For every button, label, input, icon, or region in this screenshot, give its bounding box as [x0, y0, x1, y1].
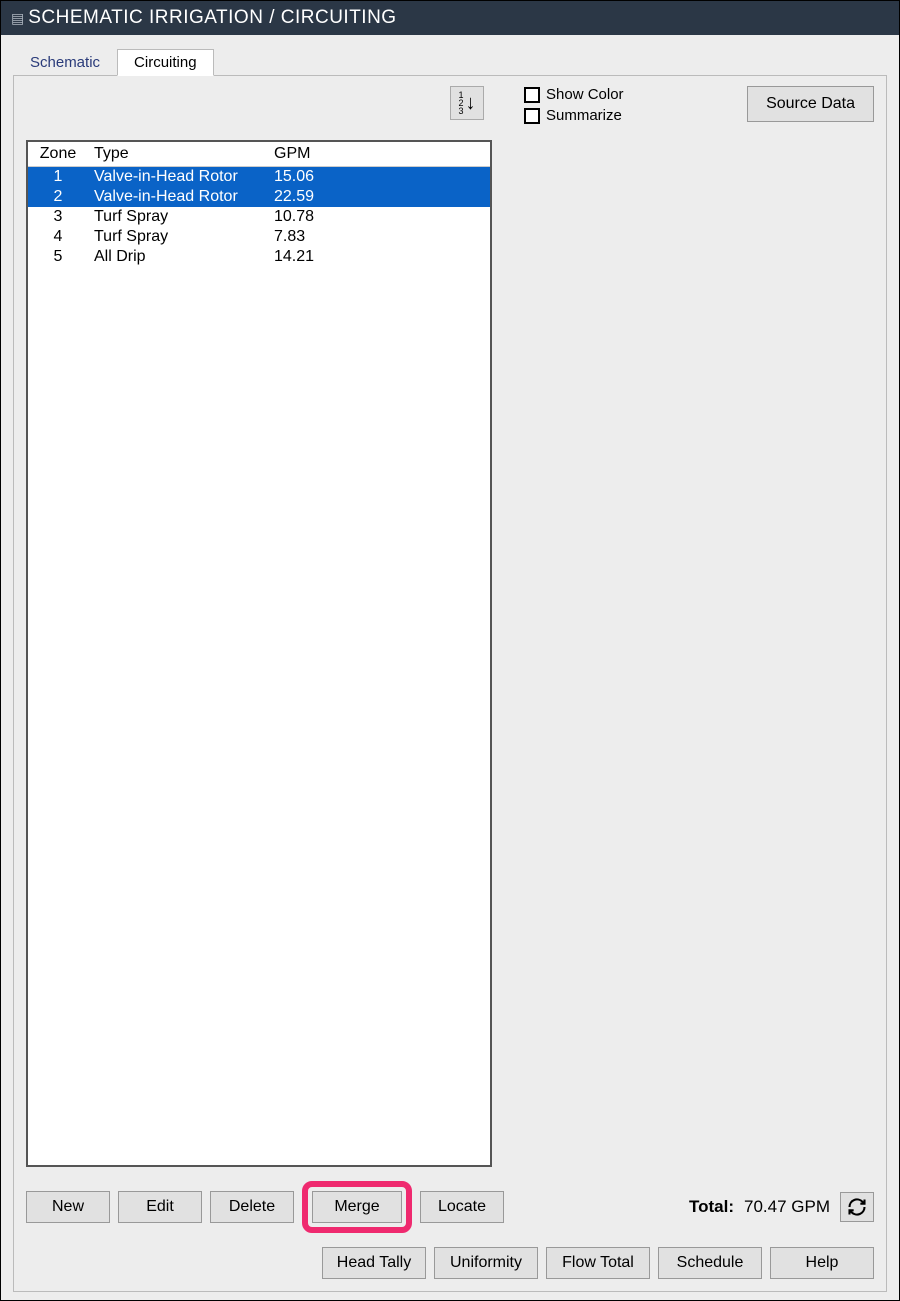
window-title: SCHEMATIC IRRIGATION / CIRCUITING — [28, 7, 396, 29]
new-button[interactable]: New — [26, 1191, 110, 1223]
col-header-zone[interactable]: Zone — [28, 142, 88, 167]
summarize-label: Summarize — [546, 107, 622, 124]
titlebar[interactable]: ▤ SCHEMATIC IRRIGATION / CIRCUITING — [1, 1, 899, 35]
locate-button[interactable]: Locate — [420, 1191, 504, 1223]
flow-total-button[interactable]: Flow Total — [546, 1247, 650, 1279]
zone-grid[interactable]: Zone Type GPM 1Valve-in-Head Rotor15.062… — [26, 140, 492, 1167]
checkbox-icon — [524, 87, 540, 103]
col-header-type[interactable]: Type — [88, 142, 268, 167]
window-menu-icon: ▤ — [11, 10, 22, 27]
cell-gpm: 7.83 — [268, 227, 348, 247]
tab-panel-circuiting: 123 ↓ Show Color Summarize Source Data — [13, 75, 887, 1292]
tab-circuiting[interactable]: Circuiting — [117, 49, 214, 76]
grid-header-row: Zone Type GPM — [28, 142, 490, 167]
merge-button[interactable]: Merge — [312, 1191, 402, 1223]
grid-button-row: New Edit Delete Merge Locate Total: 70.4… — [26, 1181, 874, 1233]
window: ▤ SCHEMATIC IRRIGATION / CIRCUITING Sche… — [0, 0, 900, 1301]
cell-gpm: 22.59 — [268, 187, 348, 207]
schedule-button[interactable]: Schedule — [658, 1247, 762, 1279]
table-row[interactable]: 2Valve-in-Head Rotor22.59 — [28, 187, 490, 207]
client-area: Schematic Circuiting 123 ↓ Show Color — [1, 35, 899, 1300]
cell-type: Valve-in-Head Rotor — [88, 167, 268, 188]
cell-gpm: 15.06 — [268, 167, 348, 188]
cell-zone: 2 — [28, 187, 88, 207]
help-button[interactable]: Help — [770, 1247, 874, 1279]
delete-button[interactable]: Delete — [210, 1191, 294, 1223]
show-color-checkbox[interactable]: Show Color — [524, 86, 624, 103]
cell-type: Turf Spray — [88, 207, 268, 227]
checkbox-group: Show Color Summarize — [524, 86, 624, 124]
table-row[interactable]: 5All Drip14.21 — [28, 247, 490, 267]
cell-type: Turf Spray — [88, 227, 268, 247]
top-toolbar: 123 ↓ Show Color Summarize Source Data — [26, 86, 874, 130]
table-row[interactable]: 3Turf Spray10.78 — [28, 207, 490, 227]
tab-schematic[interactable]: Schematic — [13, 49, 117, 75]
merge-highlight: Merge — [302, 1181, 412, 1233]
source-data-button[interactable]: Source Data — [747, 86, 874, 122]
table-row[interactable]: 4Turf Spray7.83 — [28, 227, 490, 247]
cell-zone: 4 — [28, 227, 88, 247]
cell-zone: 5 — [28, 247, 88, 267]
refresh-icon — [847, 1197, 867, 1217]
footer-button-row: Head Tally Uniformity Flow Total Schedul… — [26, 1247, 874, 1279]
head-tally-button[interactable]: Head Tally — [322, 1247, 426, 1279]
tabstrip: Schematic Circuiting — [13, 47, 887, 75]
cell-gpm: 14.21 — [268, 247, 348, 267]
refresh-button[interactable] — [840, 1192, 874, 1222]
cell-type: Valve-in-Head Rotor — [88, 187, 268, 207]
summarize-checkbox[interactable]: Summarize — [524, 107, 624, 124]
total-display: Total: 70.47 GPM — [689, 1192, 874, 1222]
cell-zone: 1 — [28, 167, 88, 188]
sort-button[interactable]: 123 ↓ — [450, 86, 484, 120]
checkbox-icon — [524, 108, 540, 124]
total-value: 70.47 GPM — [744, 1197, 830, 1217]
table-row[interactable]: 1Valve-in-Head Rotor15.06 — [28, 167, 490, 188]
cell-gpm: 10.78 — [268, 207, 348, 227]
uniformity-button[interactable]: Uniformity — [434, 1247, 538, 1279]
cell-zone: 3 — [28, 207, 88, 227]
arrow-down-icon: ↓ — [466, 95, 476, 111]
col-header-gpm[interactable]: GPM — [268, 142, 348, 167]
cell-type: All Drip — [88, 247, 268, 267]
total-label: Total: — [689, 1197, 734, 1217]
edit-button[interactable]: Edit — [118, 1191, 202, 1223]
sort-numeric-icon: 123 — [458, 91, 463, 115]
show-color-label: Show Color — [546, 86, 624, 103]
